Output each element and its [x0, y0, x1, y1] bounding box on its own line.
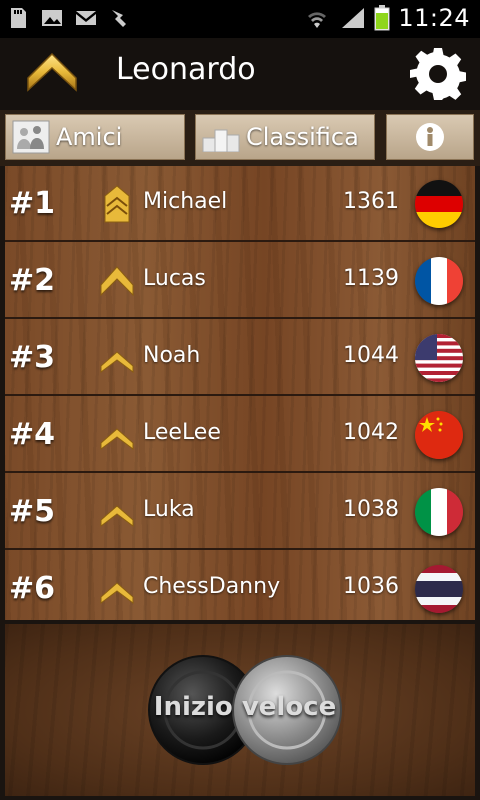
- wifi-icon: [308, 12, 327, 28]
- leaderboard-row[interactable]: #3 Noah 1044: [5, 320, 475, 396]
- chevron-rank-icon: [27, 52, 77, 92]
- status-bar: 11:24: [0, 0, 480, 38]
- player-name: ChessDanny: [143, 574, 281, 599]
- player-score: 1044: [343, 343, 399, 368]
- germany-flag-icon: [415, 180, 463, 228]
- player-score: 1139: [343, 266, 399, 291]
- friends-icon: [12, 120, 50, 154]
- rank-badge-icon: [99, 415, 135, 455]
- player-score: 1361: [343, 189, 399, 214]
- quick-start-button[interactable]: Inizio veloce: [145, 654, 345, 766]
- tab-classifica[interactable]: Classifica: [195, 114, 375, 160]
- clock: 11:24: [398, 4, 470, 32]
- player-name: Luka: [143, 497, 195, 522]
- tab-bar: Amici Classifica: [0, 110, 480, 166]
- gmail-icon: [76, 11, 96, 25]
- china-flag-icon: [415, 411, 463, 459]
- france-flag-icon: [415, 257, 463, 305]
- rank-position: #1: [9, 186, 56, 221]
- info-icon: [416, 123, 444, 151]
- tab-classifica-label: Classifica: [246, 123, 359, 151]
- rank-position: #2: [9, 263, 56, 298]
- tab-info[interactable]: [386, 114, 474, 160]
- rank-position: #5: [9, 494, 56, 529]
- player-name: Lucas: [143, 266, 206, 291]
- rank-badge-icon: [99, 492, 135, 532]
- rank-position: #3: [9, 340, 56, 375]
- sd-card-icon: [11, 8, 26, 28]
- battery-icon: [374, 5, 390, 31]
- rank-badge-icon: [99, 569, 135, 609]
- leaderboard-row[interactable]: #6 ChessDanny 1036: [5, 551, 475, 620]
- gear-icon[interactable]: [410, 46, 466, 102]
- player-name: Leonardo: [116, 52, 256, 87]
- leaderboard-list[interactable]: #1 Michael 1361 #2 Lucas 1139 #3 Noah 1044 #4 LeeL…: [5, 166, 475, 620]
- leaderboard-row[interactable]: #4 LeeLee 1042: [5, 397, 475, 473]
- player-name: LeeLee: [143, 420, 221, 445]
- player-score: 1042: [343, 420, 399, 445]
- usa-flag-icon: [415, 334, 463, 382]
- leaderboard-row[interactable]: #5 Luka 1038: [5, 474, 475, 550]
- leaderboard-row[interactable]: #2 Lucas 1139: [5, 243, 475, 319]
- player-score: 1036: [343, 574, 399, 599]
- leaderboard-row[interactable]: #1 Michael 1361: [5, 166, 475, 242]
- rank-position: #6: [9, 571, 56, 606]
- tab-amici[interactable]: Amici: [5, 114, 185, 160]
- quick-start-label: Inizio veloce: [153, 692, 337, 722]
- podium-icon: [202, 129, 240, 152]
- italy-flag-icon: [415, 488, 463, 536]
- tab-amici-label: Amici: [56, 123, 123, 151]
- rank-badge-icon: [99, 184, 135, 224]
- player-score: 1038: [343, 497, 399, 522]
- rank-badge-icon: [99, 261, 135, 301]
- rank-badge-icon: [99, 338, 135, 378]
- rank-position: #4: [9, 417, 56, 452]
- bottom-panel: Inizio veloce: [5, 624, 475, 796]
- player-name: Noah: [143, 343, 201, 368]
- thailand-flag-icon: [415, 565, 463, 613]
- player-name: Michael: [143, 189, 228, 214]
- sync-icon: [112, 10, 126, 27]
- signal-icon: [342, 8, 365, 28]
- image-icon: [42, 10, 62, 26]
- app-header: Leonardo: [0, 38, 480, 112]
